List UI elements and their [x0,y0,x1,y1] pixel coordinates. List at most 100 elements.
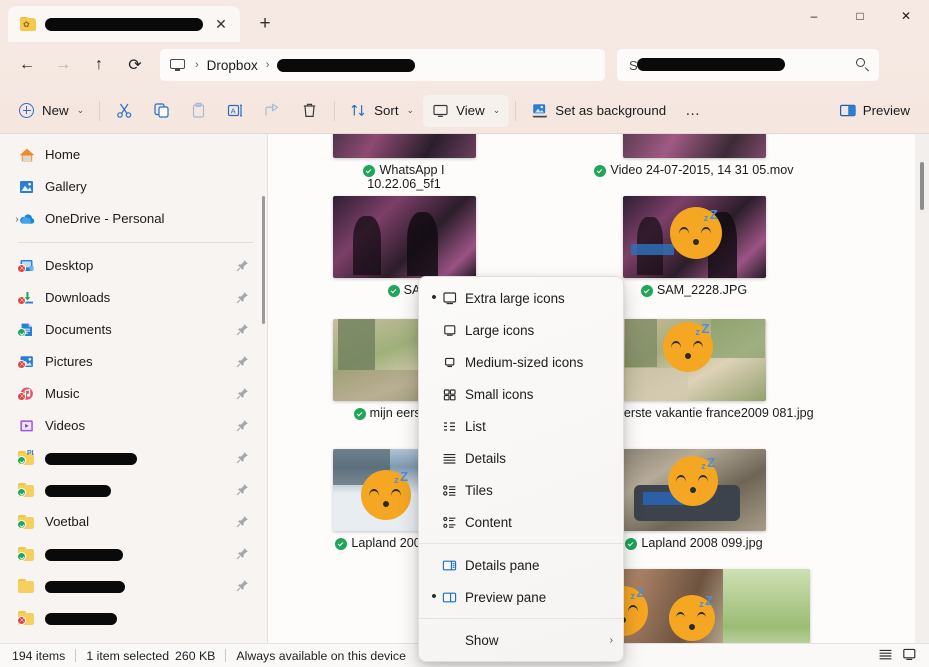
pin-icon[interactable] [236,387,249,400]
pin-icon[interactable] [236,291,249,304]
sync-error-badge [17,264,26,273]
menu-item-details-pane[interactable]: Details pane [419,549,623,581]
status-divider-2 [225,649,226,662]
file-item[interactable]: WhatsApp I 10.22.06_5f1 [326,134,482,192]
pin-icon[interactable] [236,483,249,496]
copy-button[interactable] [143,95,180,127]
view-toggles [878,647,917,665]
new-tab-button[interactable]: + [250,9,280,39]
menu-item-details[interactable]: Details [419,442,623,474]
sidebar-item-label: Desktop [45,258,235,274]
rename-icon: A [227,102,244,119]
pin-icon[interactable] [236,515,249,528]
music-icon [18,386,36,402]
pin-icon[interactable] [236,579,249,592]
onedrive-icon [18,211,36,227]
pin-icon[interactable] [236,419,249,432]
menu-item-content[interactable]: Content [419,506,623,538]
tab-strip: ✿ ✕ + [0,0,280,42]
file-item[interactable]: z Z Lapland 2008 099.jpg [606,449,782,551]
view-monitor-icon [432,102,449,119]
sidebar-item-voetbal[interactable]: Voetbal [4,507,261,537]
sidebar-item-redacted-3[interactable] [4,539,261,569]
pin-icon[interactable] [236,547,249,560]
tab-active[interactable]: ✿ ✕ [8,6,240,42]
large-icons-view-toggle-icon[interactable] [902,647,917,665]
menu-item-tiles[interactable]: Tiles [419,474,623,506]
file-name-text: SAM_2228.JPG [657,283,747,298]
new-button[interactable]: New ⌄ [10,95,93,127]
scrollbar-thumb[interactable] [920,162,924,210]
view-button[interactable]: View ⌄ [423,95,509,127]
sidebar-item-documents[interactable]: Documents [4,315,261,345]
file-item[interactable]: Video 24-07-2015, 14 31 05.mov [606,134,782,178]
maximize-button[interactable]: □ [837,0,883,32]
up-icon[interactable]: ↑ [82,49,116,81]
sync-ok-icon [641,285,653,297]
sidebar-item-pictures[interactable]: Pictures [4,347,261,377]
pin-icon[interactable] [236,355,249,368]
copy-icon [153,102,170,119]
sidebar-item-gallery[interactable]: Gallery [4,172,261,202]
delete-button[interactable] [291,95,328,127]
details-view-toggle-icon[interactable] [878,647,893,665]
this-pc-icon[interactable] [170,59,185,72]
menu-item-label: Medium-sized icons [465,355,613,370]
sidebar-item-onedrive[interactable]: › OneDrive - Personal [4,204,261,234]
menu-item-show[interactable]: Show › [419,624,623,656]
sidebar-item-redacted-2[interactable] [4,475,261,505]
close-window-button[interactable]: ✕ [883,0,929,32]
search-input[interactable]: S [617,49,879,81]
videos-icon [18,418,36,434]
search-placeholder: S [629,58,855,73]
view-label: View [456,103,485,118]
home-icon [18,147,36,163]
sidebar-item-music[interactable]: Music [4,379,261,409]
sidebar-scrollbar[interactable] [262,196,265,324]
menu-item-extra-large-icons[interactable]: • Extra large icons [419,282,623,314]
breadcrumb[interactable]: › Dropbox › [160,49,605,81]
file-item[interactable]: z Z SAM_2228.JPG [606,196,782,298]
sync-error-badge [17,392,26,401]
close-icon[interactable]: ✕ [208,11,234,37]
chevron-right-icon: › [187,59,207,71]
pin-icon[interactable] [236,451,249,464]
sidebar-item-redacted-5[interactable] [4,603,261,633]
more-options-button[interactable]: … [675,95,712,127]
sidebar-item-redacted-1[interactable]: PI [4,443,261,473]
selected-bullet-icon-preview: • [427,592,441,602]
selected-bullet-icon: • [427,293,441,303]
preview-button[interactable]: Preview [830,95,919,127]
sidebar-item-label-redacted [45,450,235,466]
menu-item-small-icons[interactable]: Small icons [419,378,623,410]
refresh-icon[interactable]: ⟳ [118,49,152,81]
menu-item-large-icons[interactable]: Large icons [419,314,623,346]
cut-button[interactable] [106,95,143,127]
menu-item-medium-sized-icons[interactable]: Medium-sized icons [419,346,623,378]
set-as-background-label: Set as background [555,103,666,118]
breadcrumb-item-dropbox[interactable]: Dropbox [207,58,258,73]
sidebar-item-redacted-4[interactable] [4,571,261,601]
sidebar-item-label-redacted [45,578,235,594]
list-view-icon [441,418,465,435]
sidebar-item-home[interactable]: Home [4,140,261,170]
rename-button[interactable]: A [217,95,254,127]
search-icon[interactable] [855,57,871,73]
back-icon[interactable]: ← [10,49,44,81]
title-bar: ✿ ✕ + – □ ✕ [0,0,929,42]
menu-item-preview-pane[interactable]: • Preview pane [419,581,623,613]
file-pane-scrollbar[interactable] [915,134,929,643]
sidebar-item-videos[interactable]: Videos [4,411,261,441]
pin-icon[interactable] [236,323,249,336]
view-dropdown-menu[interactable]: • Extra large icons Large icons [418,276,624,662]
menu-item-list[interactable]: List [419,410,623,442]
sidebar-item-desktop[interactable]: Desktop [4,251,261,281]
set-as-background-button[interactable]: Set as background [522,95,675,127]
sidebar-item-downloads[interactable]: Downloads [4,283,261,313]
pin-icon[interactable] [236,259,249,272]
file-item[interactable]: z Z mijn eerste vakantie france2009 081.… [606,319,782,421]
minimize-button[interactable]: – [791,0,837,32]
sort-button[interactable]: Sort ⌄ [341,95,423,127]
paste-button [180,95,217,127]
window-body: Home Gallery › [0,134,929,643]
